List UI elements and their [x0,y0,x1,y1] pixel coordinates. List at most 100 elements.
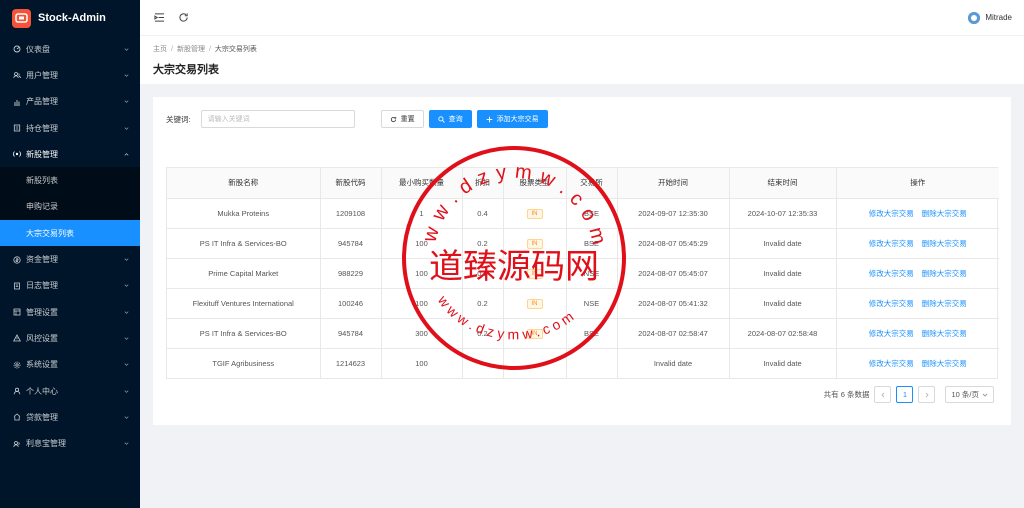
delete-block-trade-link[interactable]: 删除大宗交易 [922,329,967,338]
page-title: 大宗交易列表 [153,64,219,76]
sidebar-item-label: 新股管理 [26,149,58,159]
delete-block-trade-link[interactable]: 删除大宗交易 [922,359,967,368]
delete-block-trade-link[interactable]: 删除大宗交易 [922,299,967,308]
sidebar-item-8[interactable]: 风控设置 [0,325,140,351]
sidebar-item-4[interactable]: 新股管理 [0,141,140,167]
table-cell: 1209108 [320,198,382,229]
stock-type-badge: IN [526,208,543,219]
table-cell: 100 [381,348,463,378]
table-cell: 2024-10-07 12:35:33 [729,198,837,229]
table-cell: PS IT Infra & Services-BO [167,318,321,349]
sidebar-item-11[interactable]: 贷款管理 [0,404,140,430]
sidebar-item-label: 系统设置 [26,360,58,370]
edit-block-trade-link[interactable]: 修改大宗交易 [869,239,914,248]
ipo-icon [12,149,22,159]
table-header-row: 新股名称 新股代码 最小购买数量 折扣 股票类型 交易所 开始时间 结束时间 操作 [167,168,999,199]
users-icon [12,70,22,80]
column-header: 结束时间 [729,168,837,199]
table-cell: Flexituff Ventures International [167,288,321,319]
sidebar-item-label: 个人中心 [26,386,58,396]
sidebar-item-label: 风控设置 [26,333,58,343]
sidebar-item-10[interactable]: 个人中心 [0,378,140,404]
search-icon [437,115,445,123]
column-header: 最小购买数量 [381,168,463,199]
breadcrumb-ipo[interactable]: 新股管理 [177,44,205,54]
table-cell: 1 [381,198,463,229]
sidebar-item-7[interactable]: 管理设置 [0,299,140,325]
table-cell [503,348,567,378]
delete-block-trade-link[interactable]: 删除大宗交易 [922,269,967,278]
query-button[interactable]: 查询 [428,110,472,128]
sidebar-item-12[interactable]: 利息宝管理 [0,430,140,456]
table-cell [462,348,504,378]
sidebar-item-label: 仪表盘 [26,44,50,54]
table-cell: 0.2 [462,318,504,349]
table-cell: IN [503,198,567,229]
chevron-down-icon [122,308,130,316]
table-cell: 0.2 [462,228,504,259]
sidebar-item-label: 产品管理 [26,97,58,107]
top-header: Mitrade [140,0,1024,36]
sidebar-item-label: 日志管理 [26,281,58,291]
sidebar-item-9[interactable]: 系统设置 [0,352,140,378]
page-number-button[interactable]: 1 [896,386,914,403]
submenu-item-1[interactable]: 申购记录 [0,194,140,220]
page-size-select[interactable]: 10 条/页 [945,386,994,403]
interest-icon [12,439,22,449]
delete-block-trade-link[interactable]: 删除大宗交易 [922,239,967,248]
table-cell: BSE [566,228,618,259]
edit-block-trade-link[interactable]: 修改大宗交易 [869,359,914,368]
edit-block-trade-link[interactable]: 修改大宗交易 [869,209,914,218]
table-row: PS IT Infra & Services-BO 945784 300 0.2 IN B… [167,318,999,349]
sidebar-item-3[interactable]: 持仓管理 [0,115,140,141]
gear-icon [12,360,22,370]
sidebar-item-2[interactable]: 产品管理 [0,89,140,115]
reset-button[interactable]: 重置 [380,110,424,128]
logo[interactable]: Stock-Admin [0,0,140,36]
keyword-input[interactable] [200,110,355,128]
table-cell: Invalid date [729,258,837,289]
refresh-icon[interactable] [176,11,190,25]
stock-type-badge: IN [526,298,543,309]
user-icon [12,386,22,396]
submenu-item-2[interactable]: 大宗交易列表 [0,220,140,247]
table-actions-cell: 修改大宗交易 删除大宗交易 [836,228,999,259]
edit-block-trade-link[interactable]: 修改大宗交易 [869,329,914,338]
submenu-item-0[interactable]: 新股列表 [0,167,140,193]
chevron-down-icon [122,71,130,79]
sidebar-item-5[interactable]: 资金管理 [0,246,140,272]
stock-type-badge: IN [526,238,543,249]
sidebar-item-6[interactable]: 日志管理 [0,273,140,299]
table-cell: 2024-09-07 12:35:30 [617,198,730,229]
user-name: Mitrade [985,13,1012,22]
loan-icon [12,412,22,422]
table-row: Mukka Proteins 1209108 1 0.4 IN BSE 2024-09-07… [167,198,999,229]
table-cell: PS IT Infra & Services-BO [167,228,321,259]
user-menu[interactable]: Mitrade [968,11,1012,24]
table-cell: 2024-08-07 02:58:48 [729,318,837,349]
edit-block-trade-link[interactable]: 修改大宗交易 [869,299,914,308]
column-header: 操作 [836,168,999,199]
avatar [968,11,981,24]
chevron-down-icon [122,256,130,264]
table-cell: TGIF Agribusiness [167,348,321,378]
breadcrumb-home[interactable]: 主页 [153,44,167,54]
menu-fold-icon[interactable] [152,11,166,25]
table-cell: 1214623 [320,348,382,378]
edit-block-trade-link[interactable]: 修改大宗交易 [869,269,914,278]
next-page-button[interactable] [918,386,936,403]
sidebar-item-0[interactable]: 仪表盘 [0,36,140,62]
table-cell: 0.4 [462,198,504,229]
table-row: Prime Capital Market 988229 100 0.2 IN NSE 202… [167,258,999,289]
delete-block-trade-link[interactable]: 删除大宗交易 [922,209,967,218]
pagination: 共有 6 条数据 1 10 条/页 [824,386,994,403]
sidebar-item-label: 资金管理 [26,255,58,265]
table-cell: Invalid date [617,348,730,378]
sidebar-item-1[interactable]: 用户管理 [0,62,140,88]
table-actions-cell: 修改大宗交易 删除大宗交易 [836,258,999,289]
table-cell: 0.2 [462,288,504,319]
chevron-down-icon [122,440,130,448]
prev-page-button[interactable] [874,386,892,403]
add-block-trade-button[interactable]: 添加大宗交易 [476,110,548,128]
column-header: 交易所 [566,168,618,199]
